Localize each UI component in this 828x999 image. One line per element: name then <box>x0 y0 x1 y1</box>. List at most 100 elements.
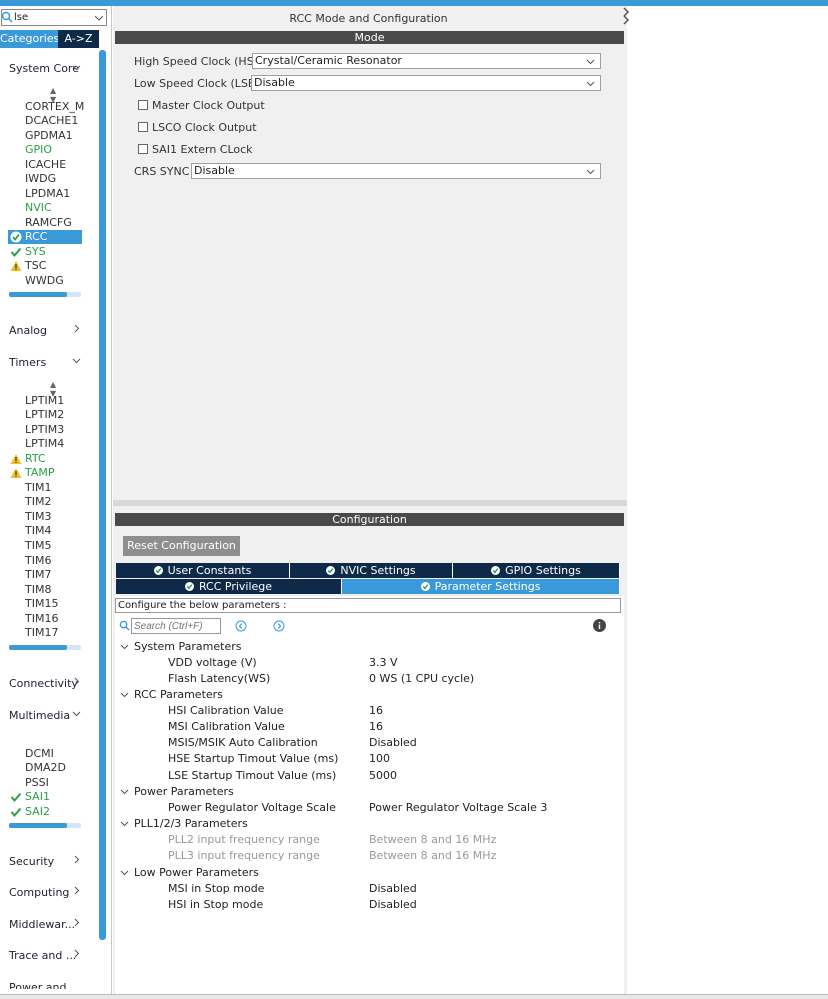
info-icon[interactable] <box>593 619 606 632</box>
tab-gpio-settings[interactable]: GPIO Settings <box>453 563 620 578</box>
item-tim17[interactable]: TIM17 <box>25 626 58 640</box>
category-middleware[interactable]: Middlewar... <box>9 918 75 931</box>
item-dcmi[interactable]: DCMI <box>25 747 54 761</box>
category-power[interactable]: Power and ... <box>9 981 80 989</box>
hse-select[interactable]: Crystal/Ceramic Resonator <box>252 53 601 69</box>
category-multimedia[interactable]: Multimedia <box>9 709 70 722</box>
parameter-search-input[interactable] <box>131 618 221 634</box>
item-lptim4[interactable]: LPTIM4 <box>25 437 64 451</box>
chevron-down-icon[interactable] <box>120 787 129 796</box>
group-pll-parameters[interactable]: PLL1/2/3 Parameters <box>120 817 248 830</box>
chevron-down-icon[interactable] <box>72 63 81 72</box>
item-wwdg[interactable]: WWDG <box>25 274 64 288</box>
item-lptim1[interactable]: LPTIM1 <box>25 394 64 408</box>
item-lptim2[interactable]: LPTIM2 <box>25 408 64 422</box>
lsco-checkbox[interactable] <box>138 122 148 132</box>
item-gpdma1[interactable]: GPDMA1 <box>25 129 73 143</box>
chevron-right-icon[interactable] <box>72 324 81 333</box>
item-lptim3[interactable]: LPTIM3 <box>25 423 64 437</box>
category-computing[interactable]: Computing <box>9 886 69 899</box>
chevron-right-icon[interactable] <box>72 677 81 686</box>
param-msi-cal-value[interactable]: 16 <box>369 720 383 733</box>
chevron-down-icon[interactable] <box>120 868 129 877</box>
item-tim3[interactable]: TIM3 <box>25 510 51 524</box>
item-nvic[interactable]: NVIC <box>25 201 52 215</box>
item-gpio[interactable]: GPIO <box>25 143 52 157</box>
chevron-down-icon[interactable] <box>120 642 129 651</box>
sai1-extern-checkbox[interactable] <box>138 144 148 154</box>
item-lpdma1[interactable]: LPDMA1 <box>25 187 70 201</box>
chevron-right-icon[interactable] <box>72 855 81 864</box>
item-iwdg[interactable]: IWDG <box>25 172 56 186</box>
item-icache[interactable]: ICACHE <box>25 158 66 172</box>
param-vdd-value[interactable]: 3.3 V <box>369 656 398 669</box>
category-analog[interactable]: Analog <box>9 324 47 337</box>
item-tim4[interactable]: TIM4 <box>25 524 51 538</box>
group-system-parameters[interactable]: System Parameters <box>120 640 241 653</box>
reset-configuration-button[interactable]: Reset Configuration <box>123 536 240 556</box>
chevron-down-icon[interactable] <box>72 709 81 718</box>
component-search[interactable]: lse <box>1 9 107 26</box>
sidebar-scrollbar[interactable] <box>99 50 106 940</box>
category-trace[interactable]: Trace and ... <box>9 949 76 962</box>
lse-select[interactable]: Disable <box>251 75 601 91</box>
chevron-down-icon[interactable] <box>95 14 103 22</box>
next-icon[interactable] <box>273 620 285 632</box>
param-msis-value[interactable]: Disabled <box>369 736 417 749</box>
tab-categories[interactable]: Categories <box>0 30 59 48</box>
previous-icon[interactable] <box>235 620 247 632</box>
group-low-power-parameters[interactable]: Low Power Parameters <box>120 866 259 879</box>
item-tim15[interactable]: TIM15 <box>25 597 58 611</box>
item-tim2[interactable]: TIM2 <box>25 495 51 509</box>
horizontal-scrollbar[interactable] <box>9 292 81 297</box>
item-sai1[interactable]: SAI1 <box>25 790 50 804</box>
item-sai2[interactable]: SAI2 <box>25 805 50 819</box>
chevron-right-icon[interactable] <box>72 949 81 958</box>
tab-user-constants[interactable]: User Constants <box>116 563 290 578</box>
horizontal-scrollbar[interactable] <box>9 645 81 650</box>
collapse-grip-icon[interactable] <box>622 6 630 28</box>
tab-nvic-settings[interactable]: NVIC Settings <box>290 563 453 578</box>
param-hse-startup-value[interactable]: 100 <box>369 752 390 765</box>
param-hsi-cal-value[interactable]: 16 <box>369 704 383 717</box>
item-tim1[interactable]: TIM1 <box>25 481 51 495</box>
item-tim6[interactable]: TIM6 <box>25 554 51 568</box>
item-tsc[interactable]: TSC <box>25 259 46 273</box>
item-dcache1[interactable]: DCACHE1 <box>25 114 78 128</box>
item-tamp[interactable]: TAMP <box>25 466 55 480</box>
item-sys[interactable]: SYS <box>25 245 46 259</box>
chevron-right-icon[interactable] <box>72 886 81 895</box>
item-ramcfg[interactable]: RAMCFG <box>25 216 72 230</box>
category-connectivity[interactable]: Connectivity <box>9 677 78 690</box>
item-tim5[interactable]: TIM5 <box>25 539 51 553</box>
tab-a-z[interactable]: A->Z <box>58 30 99 48</box>
group-power-parameters[interactable]: Power Parameters <box>120 785 234 798</box>
item-pssi[interactable]: PSSI <box>25 776 49 790</box>
item-dma2d[interactable]: DMA2D <box>25 761 66 775</box>
chevron-down-icon[interactable] <box>120 690 129 699</box>
item-cortex-m[interactable]: CORTEX_M <box>25 100 84 114</box>
category-timers[interactable]: Timers <box>9 356 46 369</box>
item-tim7[interactable]: TIM7 <box>25 568 51 582</box>
tab-parameter-settings[interactable]: Parameter Settings <box>342 579 620 594</box>
param-hsi-stop-value[interactable]: Disabled <box>369 898 417 911</box>
panel-splitter[interactable] <box>113 500 627 506</box>
chevron-down-icon[interactable] <box>120 819 129 828</box>
chevron-right-icon[interactable] <box>72 918 81 927</box>
param-flash-value[interactable]: 0 WS (1 CPU cycle) <box>369 672 474 685</box>
chevron-down-icon[interactable] <box>72 356 81 365</box>
param-msi-stop-value[interactable]: Disabled <box>369 882 417 895</box>
group-rcc-parameters[interactable]: RCC Parameters <box>120 688 223 701</box>
item-tim8[interactable]: TIM8 <box>25 583 51 597</box>
crs-select[interactable]: Disable <box>191 163 601 179</box>
tab-rcc-privilege[interactable]: RCC Privilege <box>116 579 342 594</box>
category-system-core[interactable]: System Core <box>9 62 79 75</box>
param-prvs-value[interactable]: Power Regulator Voltage Scale 3 <box>369 801 547 814</box>
item-tim16[interactable]: TIM16 <box>25 612 58 626</box>
param-lse-startup-value[interactable]: 5000 <box>369 769 397 782</box>
master-clock-checkbox[interactable] <box>138 100 148 110</box>
search-input-value[interactable]: lse <box>14 12 28 23</box>
category-security[interactable]: Security <box>9 855 54 868</box>
horizontal-scrollbar[interactable] <box>9 823 81 828</box>
item-rtc[interactable]: RTC <box>25 452 46 466</box>
